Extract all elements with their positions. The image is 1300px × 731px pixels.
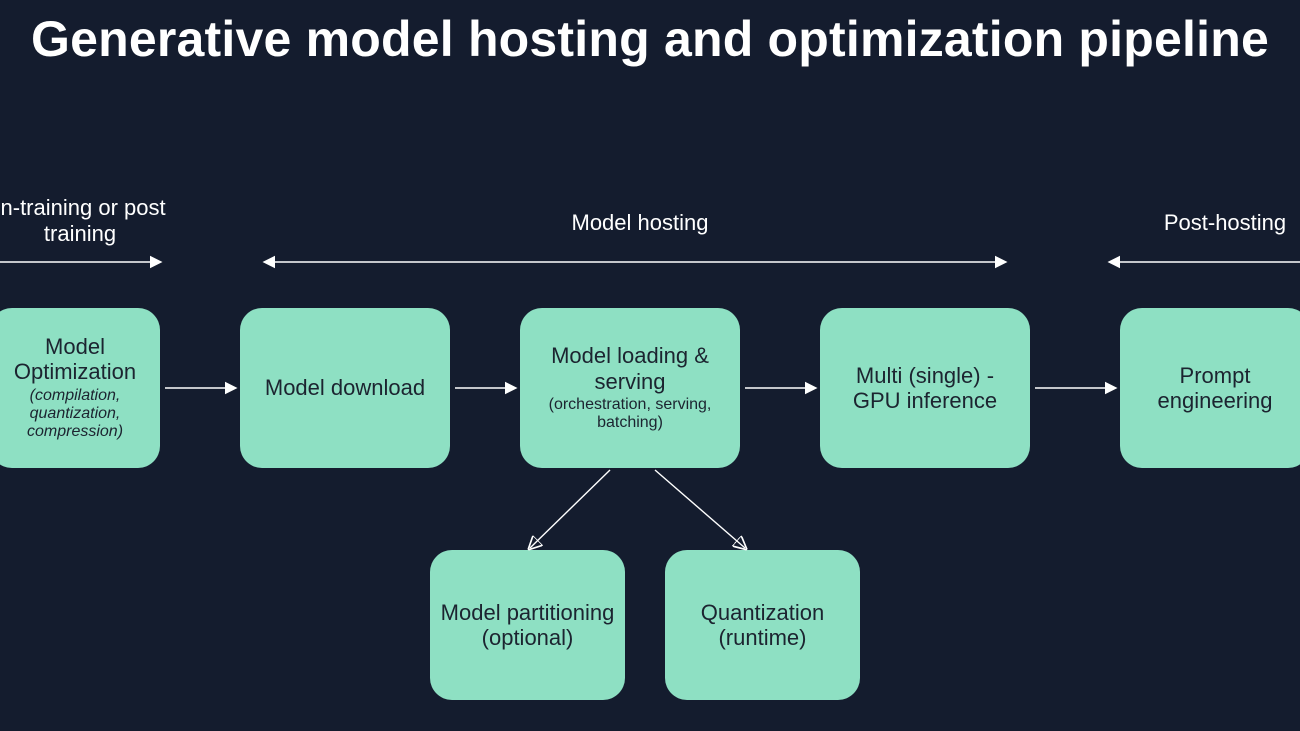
box-title: Prompt engineering [1130,363,1300,414]
box-title: Model Optimization [0,334,150,385]
section-label-hosting: Model hosting [540,210,740,236]
box-title: Model download [265,375,425,400]
box-model-download: Model download [240,308,450,468]
section-label-posthosting: Post-hosting [1150,210,1300,236]
section-label-training: In-training or post training [0,195,170,247]
box-prompt-engineering: Prompt engineering [1120,308,1300,468]
box-gpu-inference: Multi (single) - GPU inference [820,308,1030,468]
box-title: Quantization (runtime) [675,600,850,651]
page-title: Generative model hosting and optimizatio… [0,10,1300,68]
box-model-optimization: Model Optimization (compilation, quantiz… [0,308,160,468]
connector-loading-partition [530,470,610,548]
box-title: Model partitioning (optional) [440,600,615,651]
box-model-loading: Model loading & serving (orchestration, … [520,308,740,468]
box-title: Model loading & serving [530,343,730,394]
box-model-partitioning: Model partitioning (optional) [430,550,625,700]
connector-loading-quant [655,470,745,548]
box-quantization-runtime: Quantization (runtime) [665,550,860,700]
box-title: Multi (single) - GPU inference [830,363,1020,414]
box-subtitle: (orchestration, serving, batching) [530,396,730,433]
box-subtitle: (compilation, quantization, compression) [0,387,150,442]
diagram-stage: Generative model hosting and optimizatio… [0,0,1300,731]
